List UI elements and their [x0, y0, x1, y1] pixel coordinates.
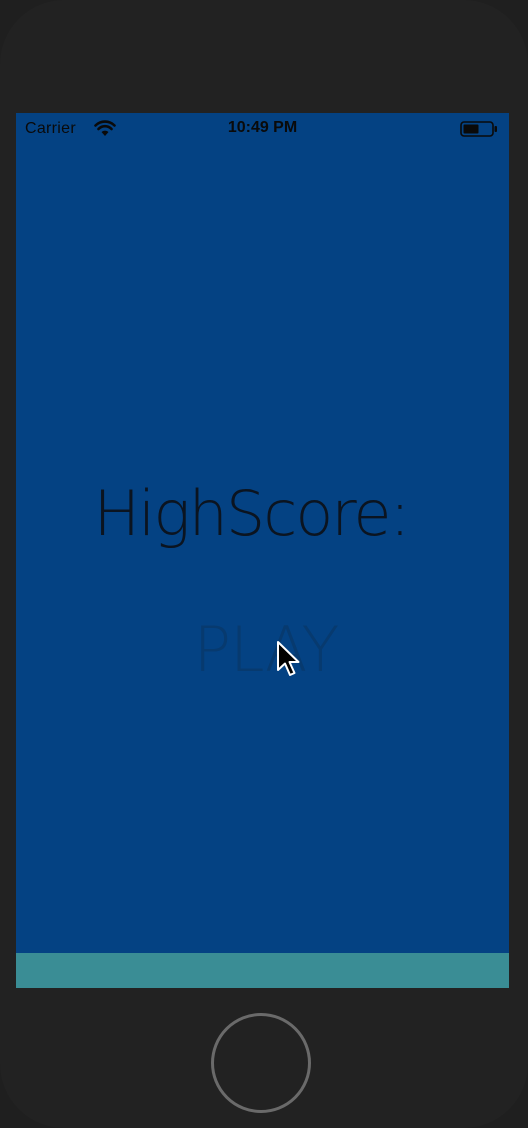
- battery-icon: [460, 121, 497, 137]
- app-screen: Carrier 10:49 PM HighScore: PLAY: [16, 113, 509, 988]
- status-bar: Carrier 10:49 PM: [16, 113, 509, 145]
- home-button[interactable]: [211, 1013, 311, 1113]
- play-button[interactable]: PLAY: [16, 613, 509, 686]
- footer-bar: [16, 953, 509, 988]
- phone-device: Carrier 10:49 PM HighScore: PLAY: [0, 0, 528, 1128]
- highscore-label: HighScore:: [93, 477, 411, 550]
- status-time: 10:49 PM: [227, 119, 298, 136]
- mouse-pointer-icon: [277, 641, 300, 676]
